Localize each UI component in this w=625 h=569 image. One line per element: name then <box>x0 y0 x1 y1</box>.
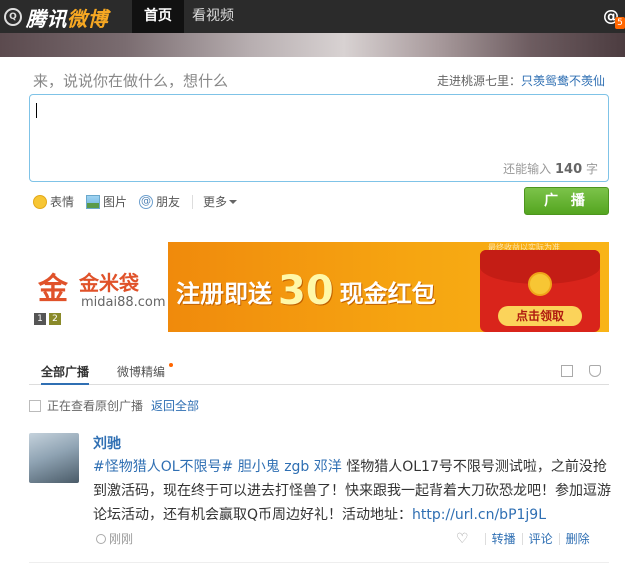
post-url-link[interactable]: http://url.cn/bP1j9L <box>412 507 546 523</box>
post-textarea[interactable]: 还能输入 140 字 <box>29 94 609 182</box>
shield-icon[interactable] <box>589 365 601 377</box>
composer-toolbar: 表情 图片 @ 朋友 更多 <box>33 193 238 210</box>
topic-suggestion[interactable]: 走进桃源七里：只羡鸳鸯不羡仙 <box>437 72 605 89</box>
comment-button[interactable]: 评论 <box>529 530 553 547</box>
edit-icon[interactable] <box>561 365 573 377</box>
ad-page-2[interactable]: 2 <box>49 313 61 325</box>
broadcast-button[interactable]: 广 播 <box>524 187 609 215</box>
ad-pager: 1 2 <box>34 313 64 325</box>
filter-label: 正在查看原创广播 <box>47 399 144 413</box>
clock-icon <box>96 533 106 544</box>
topic-link[interactable]: 只羡鸳鸯不羡仙 <box>521 74 605 88</box>
feed-divider <box>29 562 609 563</box>
topic-prefix: 走进桃源七里： <box>436 74 521 88</box>
tab-featured[interactable]: 微博精编 <box>117 363 165 380</box>
post-timestamp[interactable]: 刚刚 <box>96 530 133 547</box>
heart-icon[interactable]: ♡ <box>456 531 469 547</box>
ad-brand-url: midai88.com <box>81 295 166 310</box>
post-actions: ♡ 转播 评论 删除 <box>456 530 596 547</box>
delete-button[interactable]: 删除 <box>566 530 590 547</box>
toolbar-divider <box>192 194 194 209</box>
qq-logo-icon: Q <box>4 8 22 26</box>
mention-link[interactable]: 胆小鬼 <box>238 459 280 475</box>
emoji-button[interactable]: 表情 <box>33 193 74 210</box>
repost-button[interactable]: 转播 <box>492 530 516 547</box>
coin-icon <box>528 272 552 296</box>
header-banner-strip <box>0 33 625 57</box>
emoji-icon <box>33 194 47 209</box>
mention-friend-button[interactable]: @ 朋友 <box>139 193 180 210</box>
ad-page-1[interactable]: 1 <box>34 313 46 325</box>
mention-link[interactable]: 邓洋 <box>314 459 342 475</box>
main-panel: 来，说说你在做什么，想什么 走进桃源七里：只羡鸳鸯不羡仙 还能输入 140 字 … <box>0 57 625 569</box>
tencent-weibo-logo[interactable]: Q 腾讯微博 <box>4 4 108 31</box>
new-indicator-dot <box>169 363 173 367</box>
red-envelope-image: 点击领取 <box>480 250 600 332</box>
feed-tabs: 全部广播 微博精编 <box>29 357 609 385</box>
mentions-count-badge: 5 <box>615 17 625 29</box>
image-icon <box>86 194 101 209</box>
back-to-all-link[interactable]: 返回全部 <box>151 397 199 414</box>
hashtag-link[interactable]: #怪物猎人OL不限号# <box>93 459 233 475</box>
post-content: #怪物猎人OL不限号# 胆小鬼 zgb 邓洋 怪物猎人OL17号不限号测试啦，之… <box>93 455 611 527</box>
char-counter: 还能输入 140 字 <box>503 162 598 177</box>
chevron-down-icon <box>229 199 238 204</box>
tab-all-broadcasts[interactable]: 全部广播 <box>41 363 90 385</box>
more-tools-dropdown[interactable]: 更多 <box>203 193 238 210</box>
avatar[interactable] <box>29 433 79 483</box>
ad-brand-name: 金米袋 <box>79 271 139 295</box>
text-caret <box>36 103 37 118</box>
image-button[interactable]: 图片 <box>86 193 127 210</box>
nav-tab-home[interactable]: 首页 <box>132 0 184 33</box>
ad-headline: 注册即送 30 现金红包 <box>176 268 436 314</box>
ad-brand-logo[interactable]: 金 金米袋 midai88.com <box>33 267 166 315</box>
ad-banner[interactable]: 注册即送 30 现金红包 最终收益以实际为准 点击领取 <box>168 242 609 332</box>
mention-link[interactable]: zgb <box>284 459 309 475</box>
filter-status: 正在查看原创广播 返回全部 <box>29 397 199 414</box>
jinmidai-logo-icon: 金 <box>38 272 68 307</box>
at-icon: @ <box>139 194 154 209</box>
top-nav-bar: Q 腾讯微博 首页 看视频 @ 5 <box>0 0 625 33</box>
logo-text: 腾讯微博 <box>26 6 108 31</box>
original-filter-icon <box>29 399 41 412</box>
nav-tab-video[interactable]: 看视频 <box>180 0 246 33</box>
char-counter-value: 140 <box>555 162 583 177</box>
post-author[interactable]: 刘驰 <box>93 433 121 453</box>
ad-amount: 30 <box>278 268 334 314</box>
claim-button[interactable]: 点击领取 <box>498 306 582 326</box>
composer-prompt: 来，说说你在做什么，想什么 <box>33 72 229 90</box>
